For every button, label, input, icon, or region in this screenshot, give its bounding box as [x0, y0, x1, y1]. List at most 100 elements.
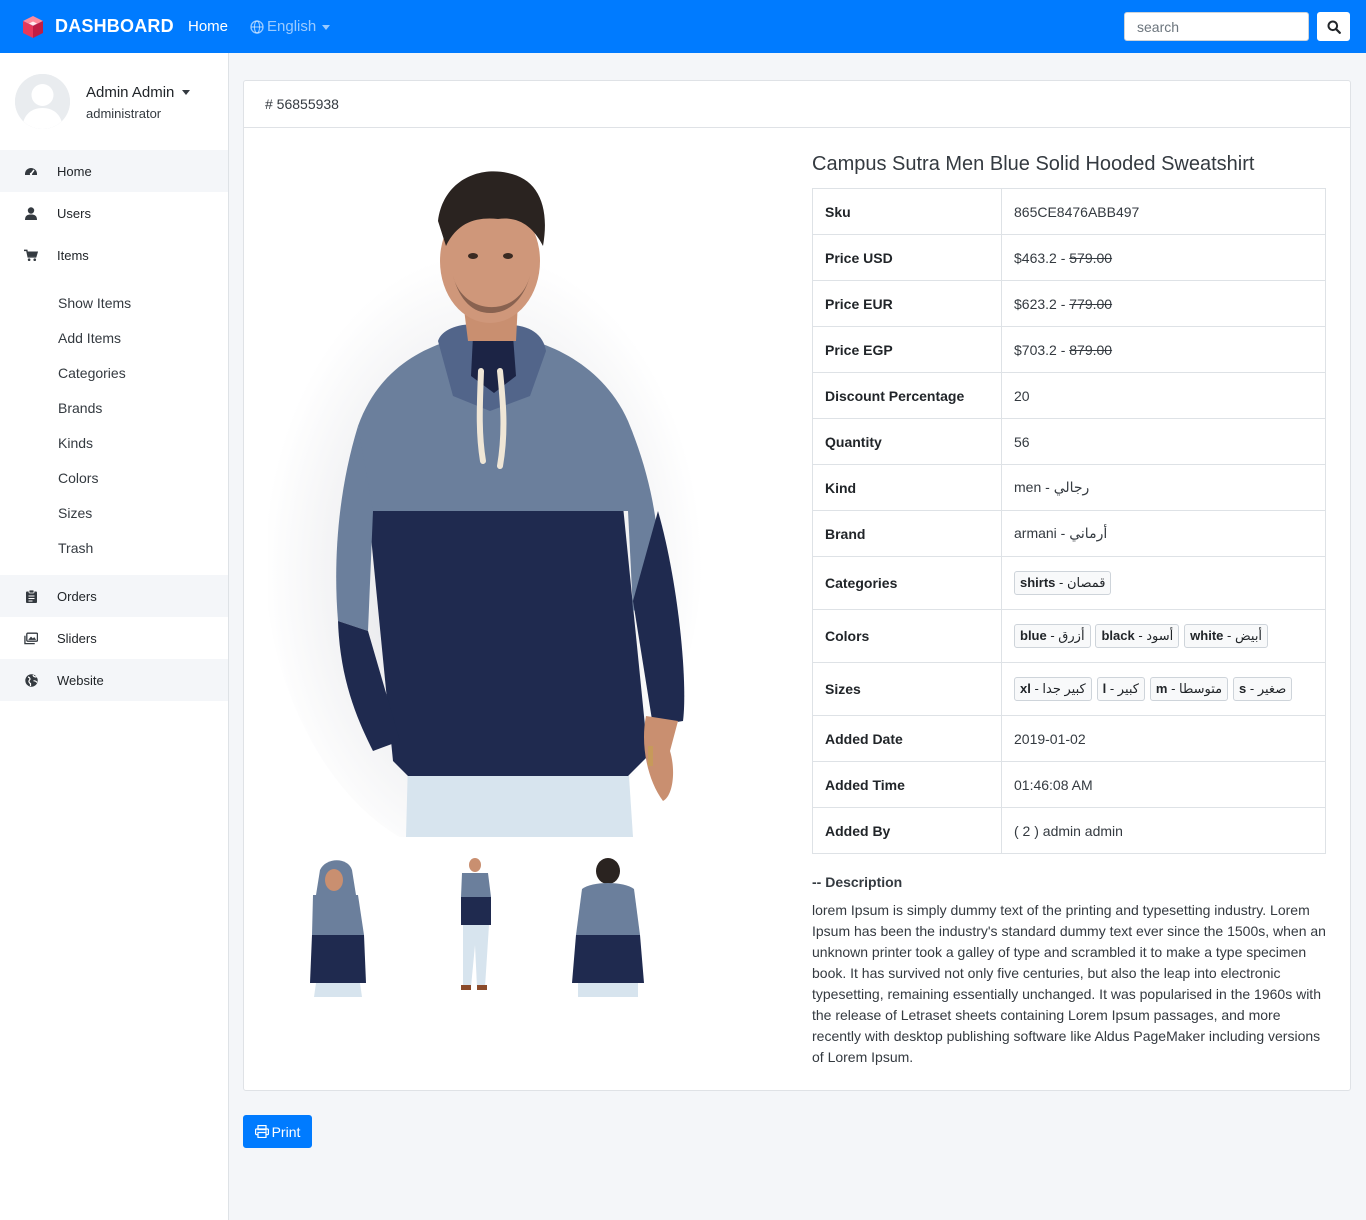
tag-ar: متوسطا	[1179, 681, 1223, 696]
tag-en: shirts	[1020, 575, 1056, 590]
brand[interactable]: DASHBOARD	[20, 14, 188, 40]
tag-ar: قمصان	[1066, 575, 1106, 590]
tag-ar: أزرق	[1058, 628, 1085, 643]
product-main-image[interactable]	[268, 161, 722, 837]
search-button[interactable]	[1317, 12, 1350, 41]
print-label: Print	[271, 1123, 301, 1140]
submenu-colors[interactable]: Colors	[0, 460, 228, 495]
spec-label: Kind	[812, 464, 1002, 511]
images-icon	[24, 631, 38, 645]
sidebar-item-label: Home	[57, 163, 92, 179]
dashboard-icon	[24, 164, 38, 178]
print-button[interactable]: Print	[243, 1115, 312, 1148]
language-dropdown[interactable]: English	[250, 18, 331, 35]
added-by-value: ( 2 ) admin admin	[1001, 807, 1326, 854]
category-tag: shirts - قمصان	[1014, 571, 1112, 595]
table-row: Added Date 2019-01-02	[812, 715, 1326, 762]
description-title: -- Description	[812, 874, 903, 890]
sidebar-item-users[interactable]: Users	[0, 192, 228, 234]
old-price: 779.00	[1069, 295, 1113, 312]
sidebar-item-orders[interactable]: Orders	[0, 575, 228, 617]
chevron-down-icon	[322, 25, 331, 30]
avatar	[15, 74, 70, 129]
nav-home-link[interactable]: Home	[188, 18, 228, 35]
discount-value: 20	[1001, 372, 1326, 419]
cube-logo-icon	[23, 15, 43, 38]
spec-label: Categories	[812, 556, 1002, 610]
submenu-show-items[interactable]: Show Items	[0, 285, 228, 320]
spec-label: Colors	[812, 609, 1002, 663]
thumbnail-strip	[268, 855, 679, 997]
product-thumbnail[interactable]	[542, 855, 672, 997]
user-menu-toggle[interactable]: Admin Admin	[86, 84, 191, 101]
table-row: Discount Percentage 20	[812, 372, 1326, 419]
tag-en: s	[1239, 681, 1247, 696]
sidebar-item-sliders[interactable]: Sliders	[0, 617, 228, 659]
product-thumbnail[interactable]	[405, 855, 535, 997]
sidebar-item-items[interactable]: Items	[0, 234, 228, 276]
size-tag: m - متوسطا	[1149, 677, 1229, 701]
spec-label: Price EGP	[812, 326, 1002, 373]
tag-en: black	[1101, 628, 1135, 643]
added-time-value: 01:46:08 AM	[1001, 761, 1326, 808]
submenu-sizes[interactable]: Sizes	[0, 495, 228, 530]
tag-en: blue	[1020, 628, 1047, 643]
sku-value: 865CE8476ABB497	[1001, 188, 1326, 235]
sidebar-item-label: Items	[57, 247, 89, 263]
tag-ar: كبير جدا	[1042, 681, 1086, 696]
current-price: $703.2 -	[1014, 341, 1070, 358]
price-usd-value: $463.2 - 579.00	[1001, 234, 1326, 281]
printer-icon	[254, 1125, 269, 1138]
tag-en: m	[1155, 681, 1168, 696]
submenu-add-items[interactable]: Add Items	[0, 320, 228, 355]
submenu-categories[interactable]: Categories	[0, 355, 228, 390]
submenu-trash[interactable]: Trash	[0, 530, 228, 565]
user-icon	[24, 206, 38, 220]
brand-value: armani - أرماني	[1001, 510, 1326, 557]
current-price: $623.2 -	[1014, 295, 1070, 312]
search-form	[1124, 12, 1350, 41]
cart-icon	[24, 248, 38, 262]
sidebar-item-label: Orders	[57, 588, 97, 604]
globe-icon	[250, 19, 264, 34]
sidebar-item-website[interactable]: Website	[0, 659, 228, 701]
table-row: Sizes xl - كبير جدا l - كبير m - متوسطا …	[812, 662, 1326, 716]
user-name: Admin Admin	[86, 84, 175, 101]
colors-value: blue - أزرق black - أسود white - أبيض	[1001, 609, 1326, 663]
quantity-value: 56	[1001, 418, 1326, 465]
size-tag: s - صغير	[1233, 677, 1293, 701]
spec-label: Price EUR	[812, 280, 1002, 327]
search-input[interactable]	[1124, 12, 1309, 41]
old-price: 579.00	[1069, 249, 1113, 266]
submenu-kinds[interactable]: Kinds	[0, 425, 228, 460]
tag-en: white	[1190, 628, 1224, 643]
color-tag: white - أبيض	[1184, 624, 1269, 648]
table-row: Price EGP $703.2 - 879.00	[812, 326, 1326, 373]
spec-label: Added By	[812, 807, 1002, 854]
tag-ar: أبيض	[1234, 628, 1263, 643]
sizes-value: xl - كبير جدا l - كبير m - متوسطا s - صغ…	[1001, 662, 1326, 716]
card-header: # 56855938	[244, 81, 1350, 128]
spec-label: Price USD	[812, 234, 1002, 281]
search-icon	[1327, 20, 1341, 34]
spec-label: Added Time	[812, 761, 1002, 808]
top-navbar: DASHBOARD Home English	[0, 0, 1366, 53]
product-thumbnail[interactable]	[268, 855, 398, 997]
sidebar-item-home[interactable]: Home	[0, 150, 228, 192]
old-price: 879.00	[1069, 341, 1113, 358]
spec-label: Discount Percentage	[812, 372, 1002, 419]
globe-icon	[24, 673, 38, 687]
table-row: Price USD $463.2 - 579.00	[812, 234, 1326, 281]
submenu-brands[interactable]: Brands	[0, 390, 228, 425]
tag-en: xl	[1020, 681, 1031, 696]
spec-label: Sku	[812, 188, 1002, 235]
product-info: Campus Sutra Men Blue Solid Hooded Sweat…	[812, 153, 1327, 1068]
price-egp-value: $703.2 - 879.00	[1001, 326, 1326, 373]
table-row: Categories shirts - قمصان	[812, 556, 1326, 610]
color-tag: black - أسود	[1095, 624, 1180, 648]
tag-en: l	[1102, 681, 1107, 696]
table-row: Sku 865CE8476ABB497	[812, 188, 1326, 235]
sidebar-item-label: Website	[57, 672, 104, 688]
language-label: English	[267, 18, 317, 35]
product-specs-table: Sku 865CE8476ABB497 Price USD $463.2 - 5…	[812, 188, 1326, 854]
